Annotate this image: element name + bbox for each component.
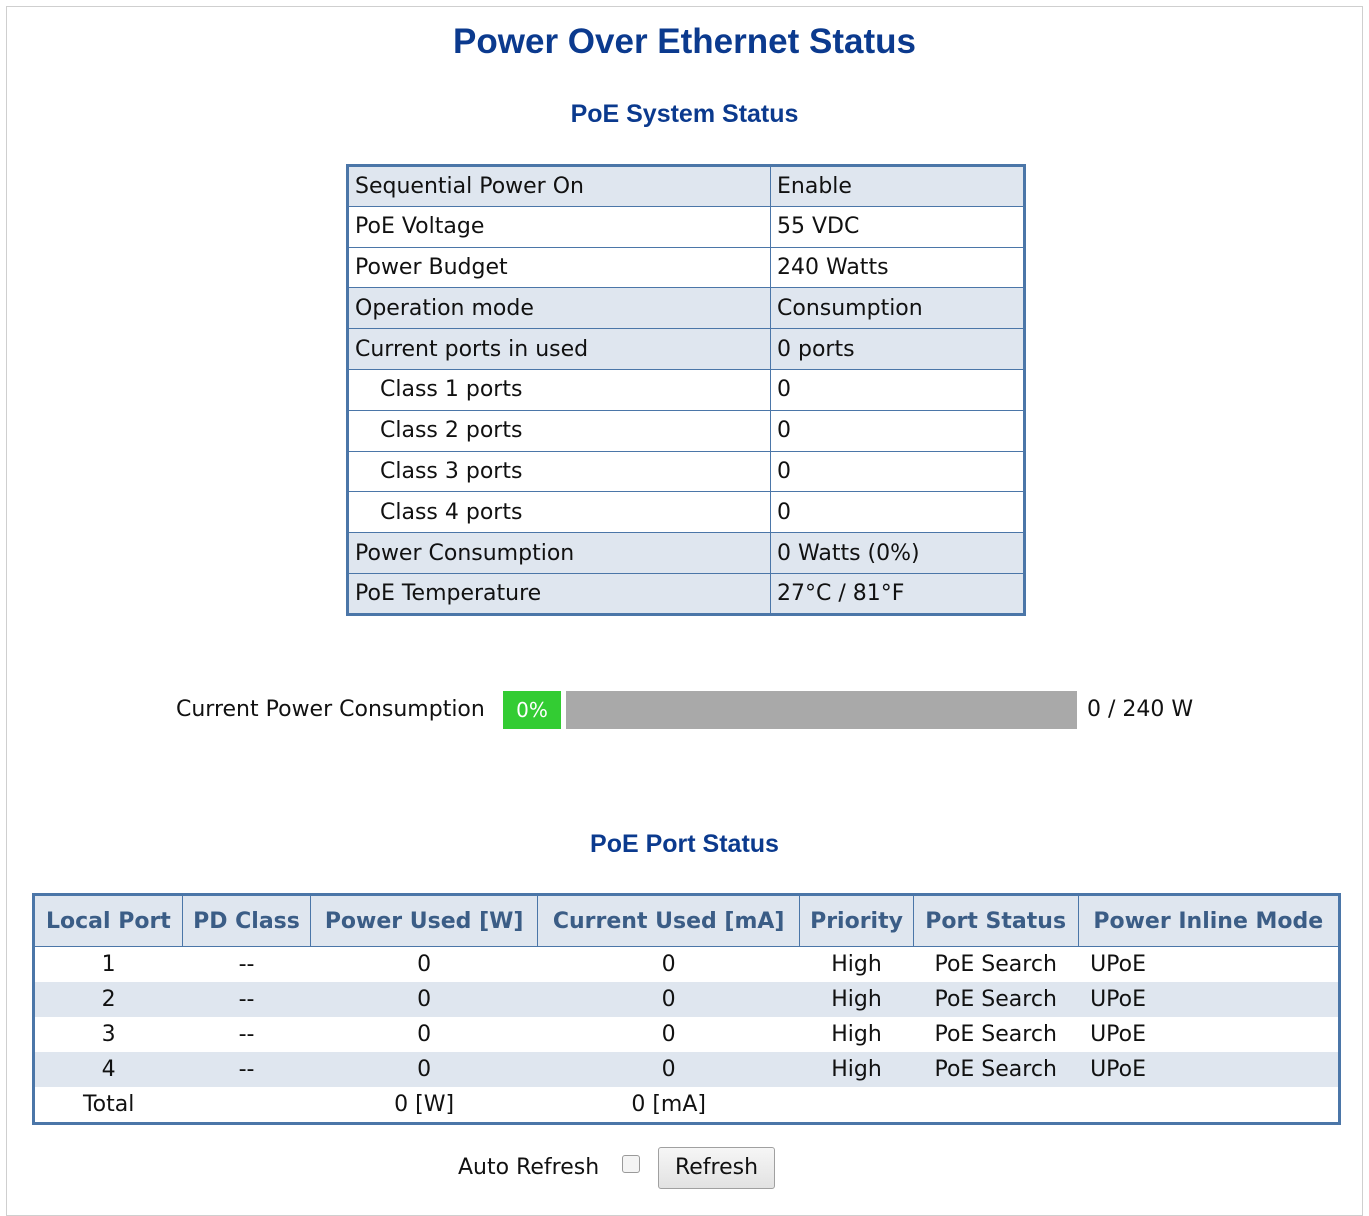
cell-current: 0: [537, 982, 800, 1017]
cell-priority: High: [799, 1052, 914, 1087]
total-priority-blank: [799, 1087, 914, 1124]
row-class-1-ports: Class 1 ports 0: [347, 368, 1025, 411]
row-label: PoE Voltage: [347, 205, 771, 248]
header-local-port: Local Port: [33, 894, 183, 947]
auto-refresh-label: Auto Refresh: [458, 1155, 600, 1180]
row-label: Operation mode: [347, 287, 771, 330]
row-value: 0 Watts (0%): [770, 532, 1025, 574]
header-priority: Priority: [799, 894, 914, 947]
refresh-button[interactable]: Refresh: [658, 1147, 775, 1189]
row-value: Consumption: [770, 287, 1025, 330]
total-row: Total 0 [W] 0 [mA]: [33, 1087, 1340, 1124]
cell-port: 3: [33, 1017, 183, 1052]
port-table-header: Local Port PD Class Power Used [W] Curre…: [33, 894, 1341, 947]
row-value: 240 Watts: [770, 246, 1025, 289]
cell-mode: UPoE: [1078, 1052, 1340, 1087]
cell-pd-class: --: [182, 1017, 311, 1052]
row-value: 27°C / 81°F: [770, 572, 1025, 615]
cell-pd-class: --: [182, 1052, 311, 1087]
cell-mode: UPoE: [1078, 946, 1340, 982]
table-row: 2 -- 0 0 High PoE Search UPoE: [33, 982, 1340, 1017]
cell-mode: UPoE: [1078, 982, 1340, 1017]
row-operation-mode: Operation mode Consumption: [347, 287, 1025, 330]
cell-port: 4: [33, 1052, 183, 1087]
system-status-title: PoE System Status: [570, 100, 799, 128]
row-label: Class 2 ports: [347, 409, 771, 452]
port-status-title: PoE Port Status: [590, 830, 779, 858]
row-label: Power Consumption: [347, 532, 771, 574]
cell-status: PoE Search: [913, 1017, 1079, 1052]
total-current: 0 [mA]: [537, 1087, 800, 1124]
total-pd-class-blank: [182, 1087, 311, 1124]
row-value: 0: [770, 450, 1025, 493]
row-label: Current ports in used: [347, 328, 771, 370]
power-bar-label: Current Power Consumption: [176, 697, 485, 722]
total-status-blank: [913, 1087, 1079, 1124]
row-power-consumption: Power Consumption 0 Watts (0%): [347, 532, 1025, 574]
cell-priority: High: [799, 946, 914, 982]
row-value: 0: [770, 491, 1025, 534]
cell-pd-class: --: [182, 982, 311, 1017]
cell-pd-class: --: [182, 946, 311, 982]
header-power-inline-mode: Power Inline Mode: [1077, 894, 1341, 947]
total-label: Total: [33, 1087, 183, 1124]
cell-power: 0: [310, 946, 538, 982]
row-label: Class 3 ports: [347, 450, 771, 493]
row-value: 0 ports: [770, 328, 1025, 370]
row-poe-voltage: PoE Voltage 55 VDC: [347, 205, 1025, 248]
cell-priority: High: [799, 982, 914, 1017]
row-class-2-ports: Class 2 ports 0: [347, 409, 1025, 452]
total-power: 0 [W]: [310, 1087, 538, 1124]
cell-mode: UPoE: [1078, 1017, 1340, 1052]
header-power-used: Power Used [W]: [310, 894, 539, 947]
power-bar-total: 0 / 240 W: [1087, 697, 1194, 722]
header-port-status: Port Status: [912, 894, 1079, 947]
row-class-4-ports: Class 4 ports 0: [347, 491, 1025, 534]
row-power-budget: Power Budget 240 Watts: [347, 246, 1025, 289]
cell-power: 0: [310, 982, 538, 1017]
cell-port: 1: [33, 946, 183, 982]
cell-status: PoE Search: [913, 982, 1079, 1017]
table-row: 4 -- 0 0 High PoE Search UPoE: [33, 1052, 1340, 1087]
total-mode-blank: [1078, 1087, 1340, 1124]
cell-power: 0: [310, 1052, 538, 1087]
row-value: 55 VDC: [770, 205, 1025, 248]
table-row: 1 -- 0 0 High PoE Search UPoE: [33, 946, 1340, 982]
page-title: Power Over Ethernet Status: [453, 22, 916, 61]
cell-priority: High: [799, 1017, 914, 1052]
row-label: Class 4 ports: [347, 491, 771, 534]
cell-current: 0: [537, 946, 800, 982]
cell-power: 0: [310, 1017, 538, 1052]
power-bar-fill: 0%: [503, 691, 561, 729]
cell-port: 2: [33, 982, 183, 1017]
header-pd-class: PD Class: [181, 894, 312, 947]
row-sequential-power-on: Sequential Power On Enable: [347, 165, 1025, 207]
cell-status: PoE Search: [913, 1052, 1079, 1087]
row-value: Enable: [770, 165, 1025, 207]
row-value: 0: [770, 368, 1025, 411]
row-label: Power Budget: [347, 246, 771, 289]
row-label: Sequential Power On: [347, 165, 771, 207]
system-status-table: Sequential Power On Enable PoE Voltage 5…: [346, 164, 1026, 616]
cell-status: PoE Search: [913, 946, 1079, 982]
row-current-ports: Current ports in used 0 ports: [347, 328, 1025, 370]
port-status-table: Local Port PD Class Power Used [W] Curre…: [32, 893, 1341, 1125]
row-poe-temperature: PoE Temperature 27°C / 81°F: [347, 572, 1025, 615]
row-class-3-ports: Class 3 ports 0: [347, 450, 1025, 493]
row-label: Class 1 ports: [347, 368, 771, 411]
cell-current: 0: [537, 1052, 800, 1087]
cell-current: 0: [537, 1017, 800, 1052]
table-row: 3 -- 0 0 High PoE Search UPoE: [33, 1017, 1340, 1052]
row-label: PoE Temperature: [347, 572, 771, 615]
row-value: 0: [770, 409, 1025, 452]
power-bar-track: [566, 691, 1077, 729]
auto-refresh-checkbox[interactable]: [622, 1155, 640, 1173]
header-current-used: Current Used [mA]: [537, 894, 801, 947]
